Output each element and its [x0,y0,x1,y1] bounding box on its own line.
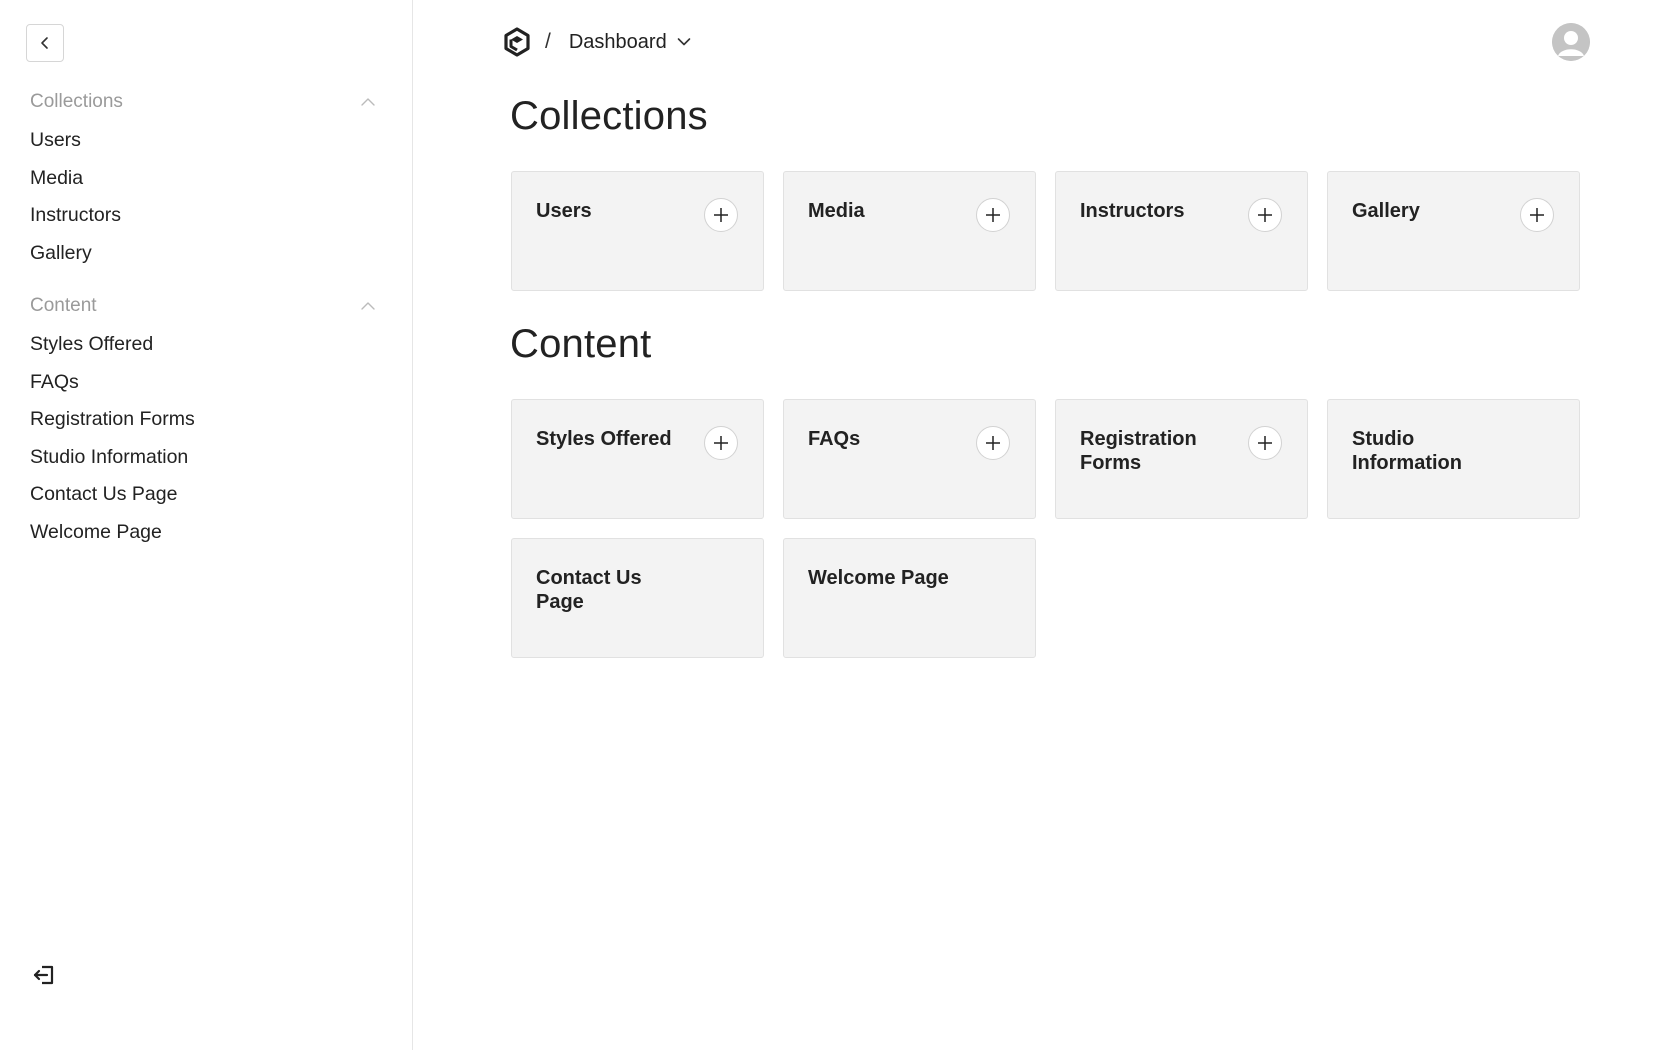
chevron-left-icon [41,37,48,49]
breadcrumb: / Dashboard [503,26,691,58]
card-title: FAQs [808,428,861,450]
card-welcome-page[interactable]: Welcome Page [783,538,1036,658]
user-avatar-icon [1552,23,1590,61]
sidebar-item-gallery[interactable]: Gallery [30,235,382,273]
view-selector-label: Dashboard [568,30,667,53]
main-content: / Dashboard Collections Users Media Inst… [413,0,1680,1050]
add-instructors-button[interactable] [1248,198,1282,232]
card-faqs[interactable]: FAQs [783,399,1036,519]
sidebar-item-instructors[interactable]: Instructors [30,197,382,235]
chevron-up-icon [361,98,375,106]
sidebar-item-media[interactable]: Media [30,160,382,198]
add-gallery-button[interactable] [1520,198,1554,232]
section-title-collections: Collections [510,94,708,138]
plus-icon [714,436,728,450]
plus-icon [714,208,728,222]
view-selector[interactable]: Dashboard [569,31,691,54]
breadcrumb-separator: / [545,30,551,53]
sidebar-item-users[interactable]: Users [30,122,382,160]
nav-group-content: Content Styles Offered FAQs Registration… [30,292,382,551]
sidebar: Collections Users Media Instructors Gall… [0,0,413,1050]
card-styles-offered[interactable]: Styles Offered [511,399,764,519]
card-instructors[interactable]: Instructors [1055,171,1308,291]
add-styles-offered-button[interactable] [704,426,738,460]
card-title: Instructors [1080,200,1185,222]
nav-group-collections: Collections Users Media Instructors Gall… [30,88,382,272]
plus-icon [986,436,1000,450]
collections-grid: Users Media Instructors Gallery [511,171,1580,291]
add-media-button[interactable] [976,198,1010,232]
plus-icon [1530,208,1544,222]
logout-icon [33,965,54,985]
card-media[interactable]: Media [783,171,1036,291]
sidebar-item-studio-information[interactable]: Studio Information [30,439,382,477]
card-title: Registration Forms [1080,428,1197,474]
sidebar-item-contact-us-page[interactable]: Contact Us Page [30,476,382,514]
sidebar-item-registration-forms[interactable]: Registration Forms [30,401,382,439]
card-title: Users [536,200,592,222]
card-title: Welcome Page [808,567,949,589]
logout-button[interactable] [32,962,58,988]
card-title: Media [808,200,865,222]
chevron-up-icon [361,302,375,310]
card-studio-information[interactable]: Studio Information [1327,399,1580,519]
sidebar-item-welcome-page[interactable]: Welcome Page [30,514,382,552]
add-registration-forms-button[interactable] [1248,426,1282,460]
sidebar-item-styles-offered[interactable]: Styles Offered [30,326,382,364]
card-contact-us-page[interactable]: Contact Us Page [511,538,764,658]
nav-group-toggle-content[interactable]: Content [30,292,382,320]
sidebar-item-faqs[interactable]: FAQs [30,364,382,402]
card-gallery[interactable]: Gallery [1327,171,1580,291]
plus-icon [986,208,1000,222]
plus-icon [1258,208,1272,222]
card-title: Styles Offered [536,428,672,450]
card-title: Gallery [1352,200,1420,222]
card-users[interactable]: Users [511,171,764,291]
content-grid: Styles Offered FAQs Registration Forms S… [511,399,1580,658]
top-bar: / Dashboard [413,0,1680,84]
section-title-content: Content [510,322,652,366]
card-title: Contact Us Page [536,567,642,613]
avatar[interactable] [1552,23,1590,61]
collapse-sidebar-button[interactable] [26,24,64,62]
chevron-down-icon [677,38,690,46]
logo-icon[interactable] [503,27,531,57]
nav-group-label: Content [30,295,97,316]
card-title: Studio Information [1352,428,1462,474]
card-registration-forms[interactable]: Registration Forms [1055,399,1308,519]
plus-icon [1258,436,1272,450]
nav-group-toggle-collections[interactable]: Collections [30,88,382,116]
add-users-button[interactable] [704,198,738,232]
nav-group-label: Collections [30,91,123,112]
add-faqs-button[interactable] [976,426,1010,460]
